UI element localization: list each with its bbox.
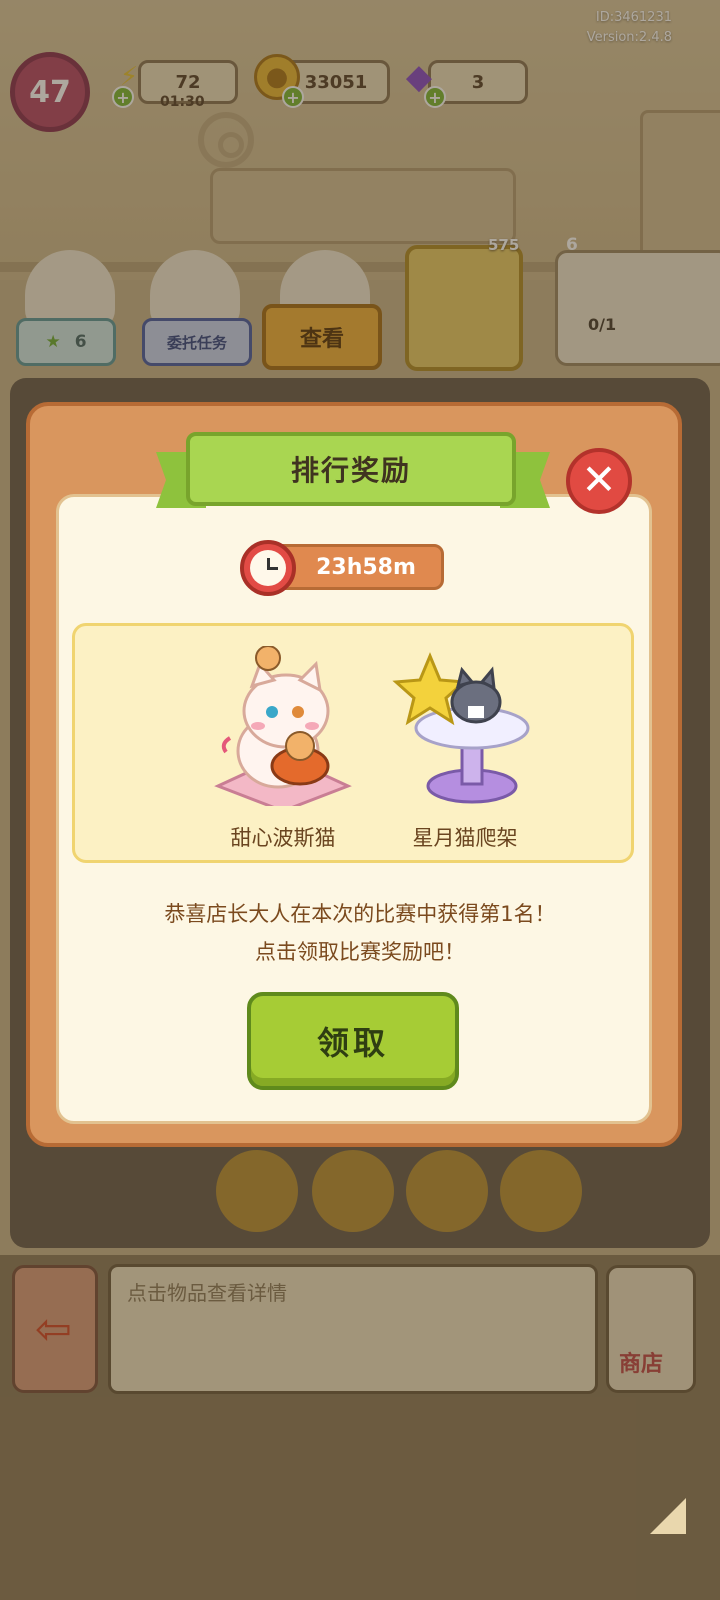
congrats-line-2: 点击领取比赛奖励吧！ (255, 940, 465, 964)
claim-button[interactable]: 领取 (247, 992, 459, 1090)
close-button[interactable]: ✕ (566, 448, 632, 514)
reward-item-2[interactable] (385, 646, 545, 810)
claim-button-label: 领取 (316, 1024, 389, 1062)
dialog-title: 排行奖励 (186, 432, 516, 506)
close-icon: ✕ (581, 455, 617, 504)
reward-name-2: 星月猫爬架 (412, 826, 518, 850)
rewards-panel: 甜心波斯猫 星月猫爬架 (72, 623, 634, 863)
congrats-line-1: 恭喜店长大人在本次的比赛中获得第1名！ (164, 902, 556, 926)
reward-item-1[interactable] (203, 645, 363, 813)
persian-cat-icon (214, 645, 352, 813)
congrats-message: 恭喜店长大人在本次的比赛中获得第1名！ 点击领取比赛奖励吧！ (60, 895, 660, 971)
timer-text: 23h58m (316, 554, 416, 580)
clock-icon (240, 540, 296, 596)
cat-tree-icon (392, 652, 530, 804)
reward-name-1: 甜心波斯猫 (230, 826, 336, 850)
